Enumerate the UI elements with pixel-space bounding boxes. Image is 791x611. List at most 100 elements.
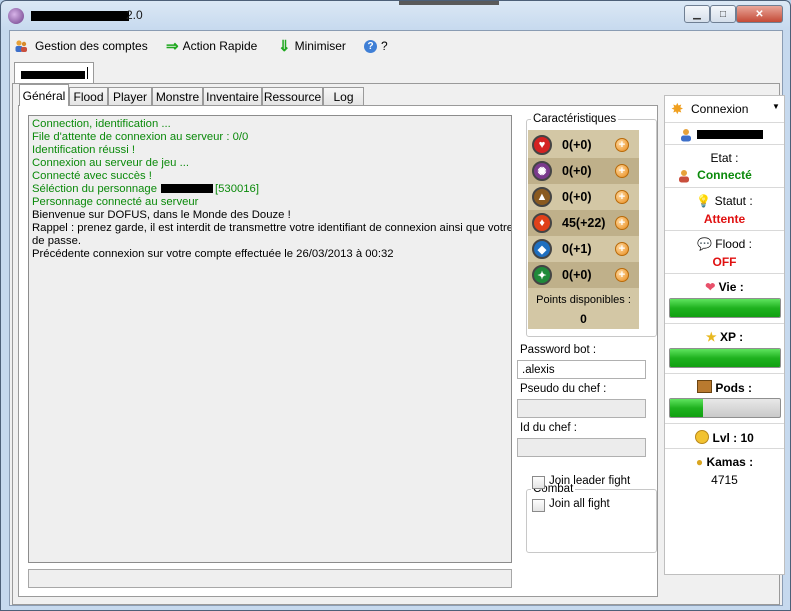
intelligence-icon: ♦ [532,213,552,233]
menu-manage-accounts-label: Gestion des comptes [35,39,148,53]
log-line: Connexion au serveur de jeu ... [32,157,508,170]
add-point-button[interactable]: + [615,164,629,178]
client-area: Gestion des comptes ⇒ Action Rapide ⇓ Mi… [9,30,785,606]
xp-bar-fill [670,349,780,367]
arrow-down-icon: ⇓ [278,38,291,55]
tab-ressource[interactable]: Ressource [262,87,323,106]
menu-manage-accounts[interactable]: Gestion des comptes [14,37,148,55]
minimize-window-button[interactable]: ▁ [684,5,710,23]
lightbulb-icon: 💡 [696,194,712,208]
tab-log[interactable]: Log [323,87,364,106]
statut-section: 💡 Statut : Attente [665,188,784,231]
log-line-text: Bienvenue sur DOFUS, dans le Monde des D… [32,209,291,221]
leader-id-label: Id du chef : [520,422,577,434]
menu-help[interactable]: ? ? [364,37,388,55]
log-line: Identification réussi ! [32,144,508,157]
log-line: Personnage connecté au serveur [32,196,508,209]
leader-pseudo-field[interactable] [517,399,646,418]
xp-bar [669,348,781,368]
characteristic-row: ◆ 0(+1) + [528,236,639,262]
tab-monstre[interactable]: Monstre [152,87,203,106]
log-line-text: Connexion au serveur de jeu ... [32,157,189,169]
log-line-text: de passe. [32,235,81,247]
agility-icon: ✦ [532,265,552,285]
xp-label-row: ★ XP : [665,330,784,344]
combat-group: Combat [526,483,657,553]
tab-player[interactable]: Player [108,87,152,106]
status-panel: ✸ Connexion ▼ Etat : Connecté 💡 Statut:… [664,95,785,575]
join-all-fight-label: Join all fight [549,498,610,510]
characteristics-title: Caractéristiques [533,113,617,125]
connect-label: Connexion [691,102,749,116]
statut-label-row: 💡 Statut : [665,194,784,208]
help-icon: ? [364,39,377,53]
add-point-button[interactable]: + [615,216,629,230]
state-section: Etat : Connecté [665,145,784,188]
log-line: Bienvenue sur DOFUS, dans le Monde des D… [32,209,508,222]
join-all-fight-checkbox[interactable] [532,499,545,512]
smiley-icon [695,430,710,444]
characteristic-row: ♥ 0(+0) + [528,132,639,158]
strength-icon: ▲ [532,187,552,207]
leader-id-field[interactable] [517,438,646,457]
life-bar [669,298,781,318]
connect-dropdown[interactable]: ✸ Connexion ▼ [665,96,784,123]
menu-minimize[interactable]: ⇓ Minimiser [278,37,346,55]
maximize-window-button[interactable]: □ [710,5,736,23]
coins-icon: ● [695,455,704,469]
log-line-text: Précédente connexion sur votre compte ef… [32,248,394,260]
join-leader-fight-checkbox[interactable] [532,476,545,489]
flood-label-row: 💬 Flood : [665,237,784,251]
command-input[interactable] [28,569,512,588]
state-value: Connecté [697,168,752,182]
chat-bubble-icon: 💬 [697,237,712,251]
log-line: Connecté avec succès ! [32,170,508,183]
log-line-text: File d'attente de connexion au serveur :… [32,131,249,143]
menu-quick-action[interactable]: ⇒ Action Rapide [166,37,257,55]
log-line-text: Séléction du personnage [32,183,157,195]
tab-general[interactable]: Général [19,84,69,106]
state-label: Etat : [710,151,739,165]
kamas-value: 4715 [711,473,738,487]
characteristic-row: ♦ 45(+22) + [528,210,639,236]
xp-section: ★ XP : [665,324,784,374]
add-point-button[interactable]: + [615,190,629,204]
tab-flood[interactable]: Flood [69,87,108,106]
log-line: Connection, identification ... [32,118,508,131]
characteristic-row: ✺ 0(+0) + [528,158,639,184]
level-label-row: Lvl : 10 [665,430,784,445]
flood-section: 💬 Flood : OFF [665,231,784,274]
menu-help-label: ? [381,39,388,53]
characteristic-value: 0(+0) [562,138,592,152]
life-bar-fill [670,299,780,317]
log-line-suffix: [530016] [215,183,259,195]
heart-icon: ♥ [532,135,552,155]
add-point-button[interactable]: + [615,242,629,256]
pods-bar-fill [670,399,703,417]
password-bot-field[interactable] [517,360,646,379]
log-line-text: Personnage connecté au serveur [32,196,199,208]
console-log[interactable]: Connection, identification ... File d'att… [28,115,512,563]
close-window-button[interactable]: ✕ [736,5,783,23]
add-point-button[interactable]: + [615,138,629,152]
tab-account[interactable] [14,62,94,84]
points-available-value: 0 [580,312,587,326]
arrow-right-icon: ⇒ [166,38,179,55]
chevron-down-icon: ▼ [772,102,780,111]
redacted-character-name [697,130,763,139]
title-bar: 2.0 ▁ □ ✕ [1,1,790,29]
kamas-label: Kamas : [706,455,754,469]
redacted-behind-window [399,1,499,5]
kamas-label-row: ● Kamas : [665,455,784,469]
flood-value: OFF [712,255,737,269]
xp-label: XP : [719,330,744,344]
redacted-title [31,11,129,21]
add-point-button[interactable]: + [615,268,629,282]
account-row [665,123,784,145]
menu-quick-action-label: Action Rapide [182,39,258,53]
leader-pseudo-label: Pseudo du chef : [520,383,607,395]
password-label: Password bot : [520,344,597,356]
users-icon [15,40,27,52]
console-log-lines: Connection, identification ... File d'att… [32,118,511,261]
tab-inventaire[interactable]: Inventaire [203,87,262,106]
